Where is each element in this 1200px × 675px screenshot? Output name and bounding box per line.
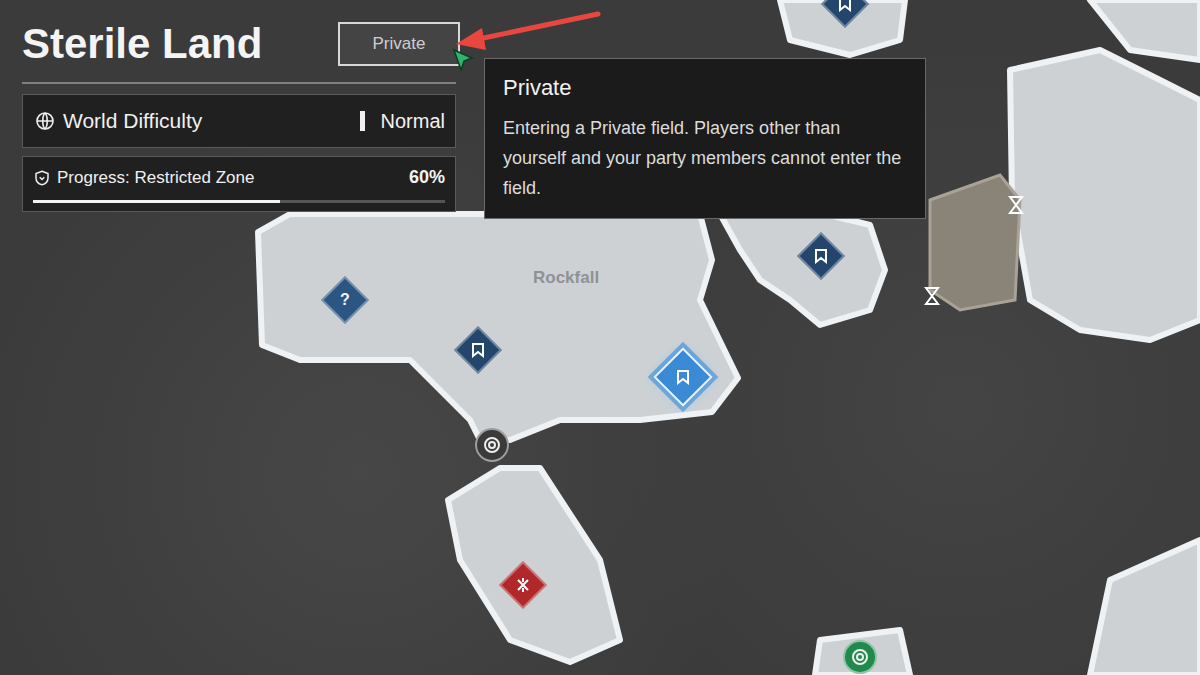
progress-panel: Progress: Restricted Zone 60%	[22, 156, 456, 212]
vendor-pin[interactable]	[843, 640, 877, 674]
quest-icon	[470, 342, 486, 358]
tooltip-body: Entering a Private field. Players other …	[503, 113, 907, 203]
pin-label: ?	[340, 291, 350, 309]
tooltip-title: Private	[503, 75, 907, 101]
map-title: Sterile Land	[22, 22, 262, 66]
progress-label: Progress: Restricted Zone	[57, 168, 403, 188]
mystery-pin[interactable]: ?	[328, 283, 362, 317]
difficulty-label: World Difficulty	[63, 109, 354, 133]
difficulty-value: Normal	[381, 110, 445, 133]
cursor-icon	[452, 48, 476, 76]
quest-pin[interactable]	[828, 0, 862, 21]
tooltip: Private Entering a Private field. Players…	[484, 58, 926, 219]
vendor-icon	[851, 648, 869, 666]
gate-pin[interactable]	[1008, 196, 1024, 214]
shield-icon	[33, 169, 51, 187]
quest-icon	[837, 0, 853, 12]
boss-pin[interactable]	[506, 568, 540, 602]
outpost-icon	[483, 436, 501, 454]
annotation-arrow-icon	[452, 8, 602, 54]
quest-icon	[675, 369, 691, 385]
quest-pin[interactable]	[461, 333, 495, 367]
gate-icon	[924, 287, 940, 305]
progress-value: 60%	[409, 167, 445, 188]
globe-icon	[33, 109, 57, 133]
progress-bar	[33, 200, 445, 203]
quest-icon	[813, 248, 829, 264]
visibility-button[interactable]: Private	[338, 22, 460, 66]
outpost-pin[interactable]	[475, 428, 509, 462]
quest-pin[interactable]	[662, 356, 704, 398]
area-label: Rockfall	[533, 268, 599, 288]
difficulty-level-icon	[360, 111, 365, 131]
world-difficulty-panel: World Difficulty Normal	[22, 94, 456, 148]
quest-pin[interactable]	[804, 239, 838, 273]
gate-pin[interactable]	[924, 287, 940, 305]
boss-icon	[515, 577, 531, 593]
header-row: Sterile LandPrivate	[22, 22, 456, 84]
hud-panel: Sterile LandPrivate World Difficulty Norma…	[22, 22, 456, 220]
map-screen: Rockfall?Sterile LandPrivateWorld Diffic…	[0, 0, 1200, 675]
gate-icon	[1008, 196, 1024, 214]
